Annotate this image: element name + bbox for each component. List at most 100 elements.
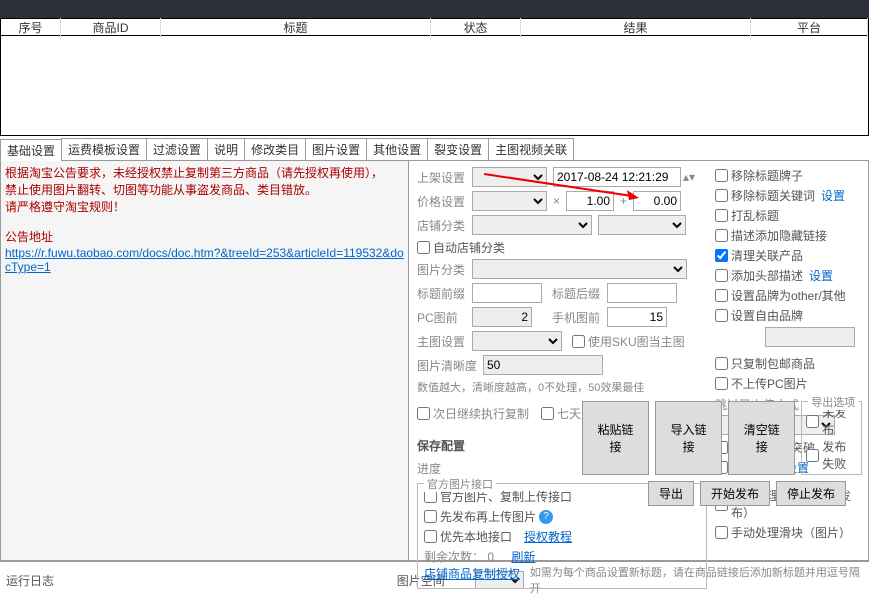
tab-filter[interactable]: 过滤设置 xyxy=(146,138,208,160)
shopcat-select[interactable] xyxy=(472,215,592,235)
stop-publish-button[interactable]: 停止发布 xyxy=(776,481,846,506)
sevenday-checkbox[interactable] xyxy=(541,407,554,420)
remain-value: 0 xyxy=(487,550,494,564)
start-publish-button[interactable]: 开始发布 xyxy=(700,481,770,506)
label-pcimg: PC图前 xyxy=(417,309,472,326)
col-platform[interactable]: 平台 xyxy=(751,18,868,37)
pcimg-input[interactable] xyxy=(472,307,532,327)
mult-sign: × xyxy=(553,194,560,208)
publish-fail-label: 发布失败 xyxy=(822,438,857,472)
refresh-link[interactable]: 刷新 xyxy=(511,550,535,564)
col-result[interactable]: 结果 xyxy=(521,18,751,37)
shuffle-title-label: 打乱标题 xyxy=(731,207,779,224)
paste-link-button[interactable]: 粘贴链接 xyxy=(582,401,649,475)
nextday-label: 次日继续执行复制 xyxy=(433,405,529,422)
tab-basic[interactable]: 基础设置 xyxy=(0,139,62,161)
col-seq[interactable]: 序号 xyxy=(1,18,61,37)
skuimg-checkbox[interactable] xyxy=(572,335,585,348)
hidden-link-checkbox[interactable] xyxy=(715,229,728,242)
col-id[interactable]: 商品ID xyxy=(61,18,161,37)
tab-image[interactable]: 图片设置 xyxy=(305,138,367,160)
suffix-input[interactable] xyxy=(607,283,677,303)
settings-panel: 上架设置 ▴▾ 价格设置 × + 店铺分类 自动店铺分类 xyxy=(409,161,868,560)
brand-free-input[interactable] xyxy=(765,327,855,347)
table-body[interactable] xyxy=(0,36,869,136)
brand-other-label: 设置品牌为other/其他 xyxy=(731,287,846,304)
tab-video[interactable]: 主图视频关联 xyxy=(488,138,574,160)
import-link-button[interactable]: 导入链接 xyxy=(655,401,722,475)
mainimg-select[interactable] xyxy=(472,331,562,351)
label-imgcat: 图片分类 xyxy=(417,261,472,278)
clarity-hint: 数值越大，清晰度越高，0不处理，50效果最佳 xyxy=(417,379,707,395)
tab-split[interactable]: 裂变设置 xyxy=(427,138,489,160)
price-mult-input[interactable] xyxy=(566,191,614,211)
local-api-checkbox[interactable] xyxy=(424,530,437,543)
notice-line4: 公告地址 xyxy=(5,229,404,246)
no-pcimg-checkbox[interactable] xyxy=(715,377,728,390)
price-add-input[interactable] xyxy=(633,191,681,211)
export-options-title: 导出选项 xyxy=(808,394,858,410)
local-api-label: 优先本地接口 xyxy=(440,528,512,545)
clarity-input[interactable] xyxy=(483,355,603,375)
label-onshelf: 上架设置 xyxy=(417,169,472,186)
skuimg-label: 使用SKU图当主图 xyxy=(588,333,685,350)
label-price: 价格设置 xyxy=(417,193,472,210)
col-status[interactable]: 状态 xyxy=(431,18,521,37)
label-mainimg: 主图设置 xyxy=(417,333,472,350)
brand-free-checkbox[interactable] xyxy=(715,309,728,322)
prefix-input[interactable] xyxy=(472,283,542,303)
remain-label: 剩余次数： xyxy=(424,550,484,564)
notice-line2: 禁止使用图片翻转、切图等功能从事盗发商品、类目错放。 xyxy=(5,182,404,199)
col-title[interactable]: 标题 xyxy=(161,18,431,37)
remove-brand-label: 移除标题牌子 xyxy=(731,167,803,184)
brand-other-checkbox[interactable] xyxy=(715,289,728,302)
mobimg-input[interactable] xyxy=(607,307,667,327)
imgcat-select[interactable] xyxy=(472,259,687,279)
auth-tutorial-link[interactable]: 授权教程 xyxy=(524,528,572,545)
label-clarity: 图片清晰度 xyxy=(417,357,483,374)
add-header-checkbox[interactable] xyxy=(715,269,728,282)
publish-fail-checkbox[interactable] xyxy=(806,449,819,462)
auto-shopcat-label: 自动店铺分类 xyxy=(433,239,505,256)
shuffle-title-checkbox[interactable] xyxy=(715,209,728,222)
clear-link-button[interactable]: 清空链接 xyxy=(728,401,795,475)
unpublished-checkbox[interactable] xyxy=(806,415,819,428)
tab-shipping[interactable]: 运费模板设置 xyxy=(61,138,147,160)
notice-panel: 根据淘宝公告要求，未经授权禁止复制第三方商品（请先授权再使用）， 禁止使用图片翻… xyxy=(1,161,409,560)
publish-first-checkbox[interactable] xyxy=(424,510,437,523)
notice-url[interactable]: https://r.fuwu.taobao.com/docs/doc.htm?&… xyxy=(5,246,404,274)
auto-shopcat-checkbox[interactable] xyxy=(417,241,430,254)
titlebar xyxy=(0,0,869,18)
api-groupbox-title: 官方图片接口 xyxy=(424,476,496,492)
nextday-checkbox[interactable] xyxy=(417,407,430,420)
remove-keyword-setting[interactable]: 设置 xyxy=(821,187,845,204)
export-button[interactable]: 导出 xyxy=(648,481,694,506)
notice-line1: 根据淘宝公告要求，未经授权禁止复制第三方商品（请先授权再使用）， xyxy=(5,165,404,182)
tab-other[interactable]: 其他设置 xyxy=(366,138,428,160)
price-select[interactable] xyxy=(472,191,547,211)
manual-slider-img-label: 手动处理滑块（图片） xyxy=(731,524,851,541)
spinner-icon[interactable]: ▴▾ xyxy=(683,170,695,184)
remove-brand-checkbox[interactable] xyxy=(715,169,728,182)
label-shopcat: 店铺分类 xyxy=(417,217,472,234)
shop-auth-link[interactable]: 店铺商品复制授权 xyxy=(424,565,700,582)
notice-line3: 请严格遵守淘宝规则！ xyxy=(5,199,404,216)
tab-help[interactable]: 说明 xyxy=(207,138,245,160)
remove-keyword-checkbox[interactable] xyxy=(715,189,728,202)
hidden-link-label: 描述添加隐藏链接 xyxy=(731,227,827,244)
add-header-setting[interactable]: 设置 xyxy=(809,267,833,284)
datetime-input[interactable] xyxy=(553,167,681,187)
shopcat-select2[interactable] xyxy=(598,215,686,235)
publish-first-label: 先发布再上传图片 xyxy=(440,508,536,525)
only-freeship-label: 只复制包邮商品 xyxy=(731,355,815,372)
onshelf-select[interactable] xyxy=(472,167,547,187)
label-prefix: 标题前缀 xyxy=(417,285,472,302)
plus-sign: + xyxy=(620,194,627,208)
only-freeship-checkbox[interactable] xyxy=(715,357,728,370)
help-icon[interactable]: ? xyxy=(539,510,553,524)
clean-related-checkbox[interactable] xyxy=(715,249,728,262)
manual-slider-img-checkbox[interactable] xyxy=(715,526,728,539)
tab-category[interactable]: 修改类目 xyxy=(244,138,306,160)
remove-keyword-label: 移除标题关键词 xyxy=(731,187,815,204)
log-label: 运行日志 xyxy=(6,572,397,589)
